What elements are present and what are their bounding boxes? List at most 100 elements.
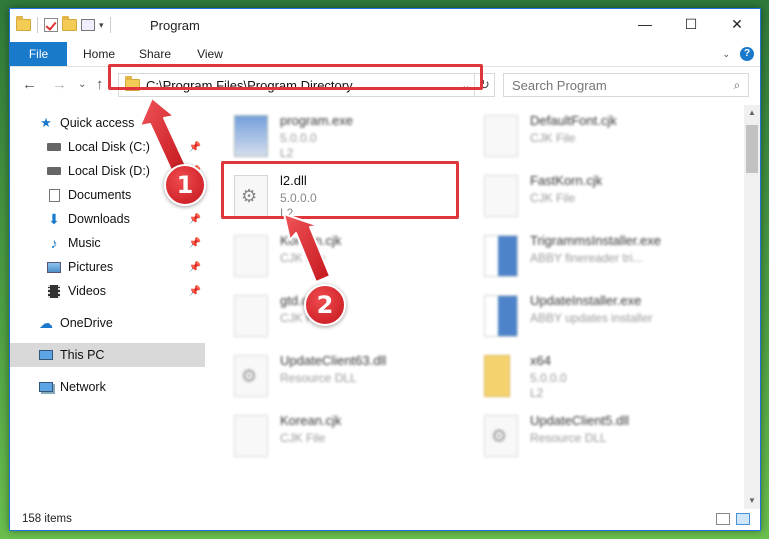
dll-gear-icon [234,355,268,397]
file-version: 5.0.0.0 [280,131,317,145]
file-description: Resource DLL [280,371,357,385]
file-item-x64[interactable]: x64 5.0.0.0 L2 [458,347,708,405]
sidebar-item-label: Network [60,380,106,394]
file-item-fastkorn[interactable]: FastKorn.cjk CJK File [458,167,708,225]
expand-ribbon-chevron-icon[interactable]: ⌄ [722,49,730,60]
close-button[interactable]: ✕ [714,9,760,39]
exe-file-icon [234,115,268,157]
tab-home[interactable]: Home [74,42,124,66]
status-bar: 158 items [10,509,760,530]
file-description: ABBY finereader tri... [530,251,643,265]
search-box[interactable]: ⌕ [503,73,749,97]
quick-access-toolbar: ▾ [16,16,113,33]
tiles-view-icon[interactable] [736,513,750,525]
sidebar-item-downloads[interactable]: ⬇ Downloads 📌 [10,207,205,231]
network-icon [38,380,54,394]
new-folder-icon[interactable] [62,16,77,31]
file-item-korean-2[interactable]: Korean.cjk CJK File [208,407,458,465]
scrollbar-thumb[interactable] [746,125,758,173]
vertical-scrollbar[interactable]: ▲ ▼ [744,105,760,509]
file-item-updateclient5[interactable]: UpdateClient5.dll Resource DLL [458,407,708,465]
sidebar-item-local-disk-c[interactable]: Local Disk (C:) 📌 [10,135,205,159]
folder-icon [484,355,510,397]
sidebar-item-quick-access[interactable]: ★ Quick access [10,111,205,135]
sidebar-item-onedrive[interactable]: ☁ OneDrive [10,311,205,335]
sidebar-item-music[interactable]: ♪ Music 📌 [10,231,205,255]
tab-view[interactable]: View [190,42,230,66]
sidebar-item-pictures[interactable]: Pictures 📌 [10,255,205,279]
file-item-update-installer[interactable]: UpdateInstaller.exe ABBY updates install… [458,287,708,345]
document-icon [234,415,268,457]
scroll-down-arrow-icon[interactable]: ▼ [744,493,760,509]
address-highlight-box [108,64,483,90]
sidebar-item-label: Local Disk (D:) [68,164,150,178]
maximize-button[interactable]: ☐ [668,9,714,39]
sidebar-item-label: Music [68,236,101,250]
customize-toolbar-chevron-icon[interactable]: ▾ [99,20,104,31]
step-2-callout: 2 [304,284,346,326]
videos-icon [46,284,62,298]
document-icon [484,115,518,157]
scroll-up-arrow-icon[interactable]: ▲ [744,105,760,121]
music-icon: ♪ [50,235,58,251]
drive-icon [46,164,62,178]
file-type: CJK File [280,251,326,265]
file-name: Korean.cjk [280,413,342,428]
file-item-defaultfont[interactable]: DefaultFont.cjk CJK File [458,107,708,165]
drive-icon [46,140,62,154]
file-description: ABBY updates installer [530,311,653,325]
back-arrow-icon[interactable]: ← [22,76,37,93]
sidebar-item-label: OneDrive [60,316,113,330]
search-icon[interactable]: ⌕ [726,78,748,93]
folder-icon[interactable] [16,16,31,31]
item-count: 158 items [22,513,72,525]
divider [109,17,111,33]
sidebar-item-label: Videos [68,284,106,298]
sidebar-item-this-pc[interactable]: This PC [10,343,205,367]
sidebar-item-label: This PC [60,348,105,362]
window-controls: — ☐ ✕ [622,9,760,39]
help-icon[interactable]: ? [740,47,754,61]
file-name: program.exe [280,113,353,128]
up-arrow-icon[interactable]: ↑ [96,76,104,93]
file-item-trigramms-installer[interactable]: TrigrammsInstaller.exe ABBY finereader t… [458,227,708,285]
file-name: FastKorn.cjk [530,173,603,188]
pin-icon: 📌 [188,261,201,273]
file-version: 5.0.0.0 [530,371,567,385]
download-icon: ⬇ [48,210,60,227]
document-icon [484,175,518,217]
file-type: CJK File [530,191,576,205]
sidebar-item-label: Downloads [68,212,130,226]
step-1-callout: 1 [164,164,206,206]
sidebar-item-network[interactable]: Network [10,375,205,399]
ribbon-tabs: File Home Share View ⌄ ? [10,40,760,67]
documents-icon [46,188,62,202]
file-name: UpdateClient5.dll [530,413,630,428]
cloud-icon: ☁ [39,314,53,331]
file-item-updateclient63[interactable]: UpdateClient63.dll Resource DLL [208,347,458,405]
file-item-program-exe[interactable]: program.exe 5.0.0.0 L2 [208,107,458,165]
forward-arrow-icon[interactable]: → [52,76,67,93]
sidebar-item-videos[interactable]: Videos 📌 [10,279,205,303]
pin-icon: 📌 [188,285,201,297]
divider [37,17,38,33]
pin-icon: 📌 [188,213,201,225]
installer-icon [484,235,518,277]
pin-icon: 📌 [188,237,201,249]
search-input[interactable] [512,77,726,93]
properties-check-icon[interactable] [44,18,58,32]
minimize-button[interactable]: — [622,9,668,39]
recent-locations-chevron-icon[interactable]: ⌄ [78,79,86,90]
view-toggle [716,513,750,525]
file-highlight-box [221,161,459,219]
installer-icon [484,295,518,337]
document-icon [234,235,268,277]
sidebar-item-label: Pictures [68,260,114,274]
file-item-korean[interactable]: Korean.cjk CJK File [208,227,458,285]
window-title: Program [150,18,200,33]
file-name: TrigrammsInstaller.exe [530,233,661,248]
tab-share[interactable]: Share [132,42,178,66]
view-props-icon[interactable] [81,19,95,31]
tab-file[interactable]: File [10,42,67,66]
details-view-icon[interactable] [716,513,730,525]
